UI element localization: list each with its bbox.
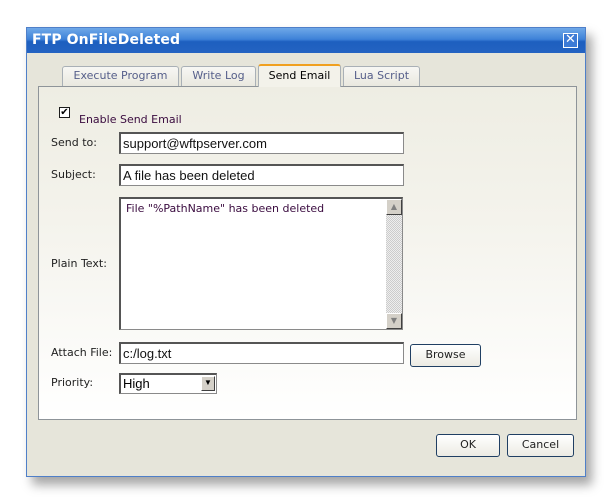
arrow-up-icon: ▲ bbox=[390, 202, 398, 211]
ok-button[interactable]: OK bbox=[436, 434, 500, 457]
arrow-down-icon: ▼ bbox=[390, 316, 398, 325]
attach-file-input[interactable]: c:/log.txt bbox=[119, 342, 404, 364]
send-to-label: Send to: bbox=[51, 136, 97, 149]
title-bar[interactable]: FTP OnFileDeleted ✕ bbox=[27, 28, 585, 53]
plain-text-textarea[interactable]: File "%PathName" has been deleted ▲ ▼ bbox=[119, 197, 403, 330]
close-icon: ✕ bbox=[565, 32, 576, 47]
scroll-up-button[interactable]: ▲ bbox=[386, 199, 402, 215]
close-button[interactable]: ✕ bbox=[563, 33, 578, 48]
browse-button[interactable]: Browse bbox=[410, 344, 481, 367]
priority-select[interactable]: High ▼ bbox=[119, 373, 217, 394]
chevron-down-icon[interactable]: ▼ bbox=[201, 376, 215, 391]
subject-input[interactable]: A file has been deleted bbox=[119, 164, 404, 186]
priority-label: Priority: bbox=[51, 376, 94, 389]
dialog-window: FTP OnFileDeleted ✕ Execute Program Writ… bbox=[26, 27, 586, 477]
send-email-panel: ✔ Enable Send Email Send to: support@wft… bbox=[38, 86, 577, 420]
dialog-title: FTP OnFileDeleted bbox=[32, 32, 181, 48]
tab-write-log[interactable]: Write Log bbox=[181, 66, 256, 86]
enable-send-email-checkbox[interactable]: ✔ bbox=[59, 107, 70, 118]
tab-send-email[interactable]: Send Email bbox=[258, 64, 341, 87]
tab-lua-script[interactable]: Lua Script bbox=[343, 66, 420, 86]
scroll-down-button[interactable]: ▼ bbox=[386, 313, 402, 329]
subject-label: Subject: bbox=[51, 168, 96, 181]
tab-execute-program[interactable]: Execute Program bbox=[62, 66, 179, 86]
cancel-button[interactable]: Cancel bbox=[507, 434, 574, 457]
checkmark-icon: ✔ bbox=[60, 107, 69, 118]
plain-text-value: File "%PathName" has been deleted bbox=[126, 202, 325, 215]
enable-send-email-label: Enable Send Email bbox=[79, 113, 182, 126]
plain-text-label: Plain Text: bbox=[51, 257, 107, 270]
textarea-scrollbar[interactable]: ▲ ▼ bbox=[386, 199, 402, 329]
send-to-input[interactable]: support@wftpserver.com bbox=[119, 132, 404, 154]
priority-value: High bbox=[123, 376, 150, 391]
attach-file-label: Attach File: bbox=[51, 346, 113, 359]
